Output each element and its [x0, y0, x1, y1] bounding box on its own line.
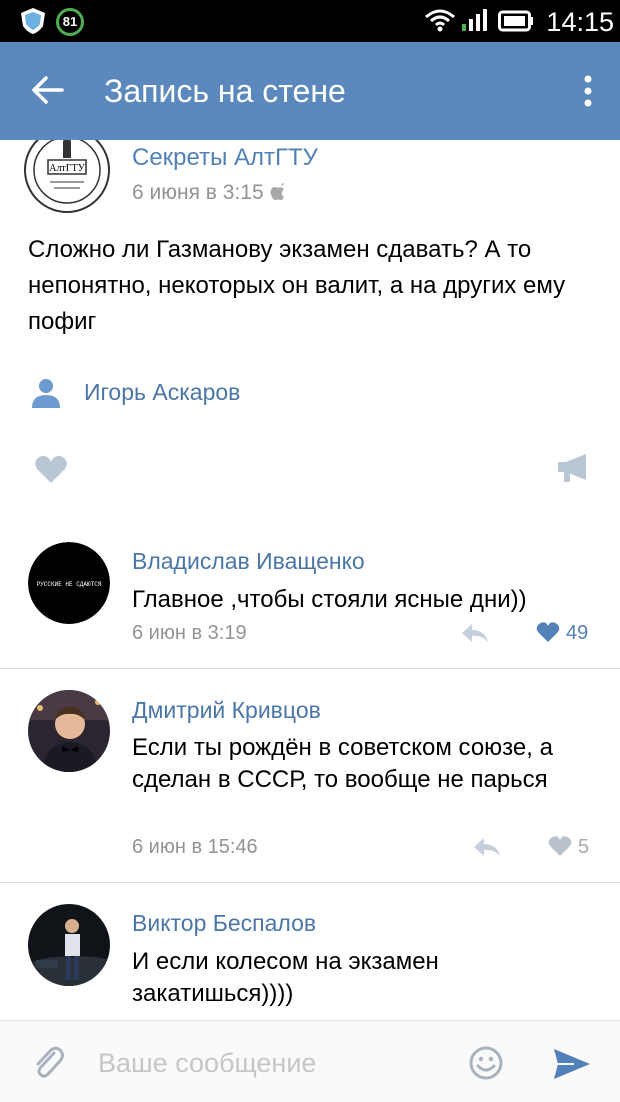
comment-divider	[0, 882, 620, 883]
comment-time: 6 июн в 15:46	[132, 836, 258, 858]
post-text: Сложно ли Газманову экзамен сдавать? А т…	[28, 236, 566, 335]
comment-like-button[interactable]: 5	[548, 835, 589, 859]
apple-icon	[270, 183, 284, 201]
comment-text: И если колесом на экзамен закатишься))))	[132, 948, 439, 1007]
reply-icon[interactable]	[472, 836, 502, 858]
megaphone-icon[interactable]	[556, 452, 590, 484]
post-header: АлтГТУ Секреты АлтГТУ 6 июня в 3:15	[0, 140, 620, 220]
reply-icon[interactable]	[460, 622, 490, 644]
battery-percent-badge: 81	[56, 8, 84, 36]
post-author[interactable]: Секреты АлтГТУ	[132, 144, 318, 172]
avatar-slogan: РУССКИЕ НЕ СДАЮТСЯ	[37, 581, 102, 588]
comment-divider	[0, 668, 620, 669]
message-composer	[0, 1020, 620, 1102]
page-title: Запись на стене	[104, 73, 346, 109]
heart-icon[interactable]	[34, 454, 68, 484]
comment-like-button[interactable]: 49	[536, 621, 588, 645]
comment-text: Если ты рождён в советском союзе, а сдел…	[132, 734, 553, 793]
comment-like-count: 49	[566, 622, 589, 644]
emoji-icon[interactable]	[468, 1045, 504, 1081]
app-bar: Запись на стене	[0, 42, 620, 140]
comment-author[interactable]: Дмитрий Кривцов	[132, 696, 321, 724]
battery-icon	[498, 10, 533, 32]
signal-icon	[462, 9, 487, 31]
signer-name: Игорь Аскаров	[84, 379, 241, 405]
paperclip-icon[interactable]	[32, 1045, 66, 1081]
send-icon[interactable]	[552, 1047, 592, 1081]
comment-avatar[interactable]	[28, 904, 110, 986]
heart-icon	[548, 836, 572, 856]
comment-author[interactable]: Владислав Иващенко	[132, 547, 365, 575]
message-input[interactable]	[98, 1043, 438, 1083]
person-icon	[32, 379, 60, 408]
status-clock: 14:15	[546, 7, 614, 37]
comment-time: 6 июн в 3:19	[132, 622, 247, 644]
heart-filled-icon	[536, 622, 560, 642]
community-avatar[interactable]: АлтГТУ	[24, 140, 110, 214]
comment-avatar[interactable]	[28, 690, 110, 772]
more-vertical-icon[interactable]	[582, 74, 594, 108]
status-bar: 81 14:15	[0, 0, 620, 42]
shield-icon	[21, 8, 45, 34]
post-date: 6 июня в 3:15	[132, 180, 286, 206]
arrow-left-icon[interactable]	[30, 75, 64, 105]
comment-author[interactable]: Виктор Беспалов	[132, 909, 316, 937]
comment-text: Главное ,чтобы стояли ясные дни))	[132, 586, 527, 613]
avatar-seal-text: АлтГТУ	[49, 163, 85, 174]
post-date-text: 6 июня в 3:15	[132, 181, 264, 204]
wifi-icon	[425, 9, 455, 32]
comment-avatar[interactable]: РУССКИЕ НЕ СДАЮТСЯ	[28, 542, 110, 624]
comment-like-count: 5	[578, 836, 590, 858]
